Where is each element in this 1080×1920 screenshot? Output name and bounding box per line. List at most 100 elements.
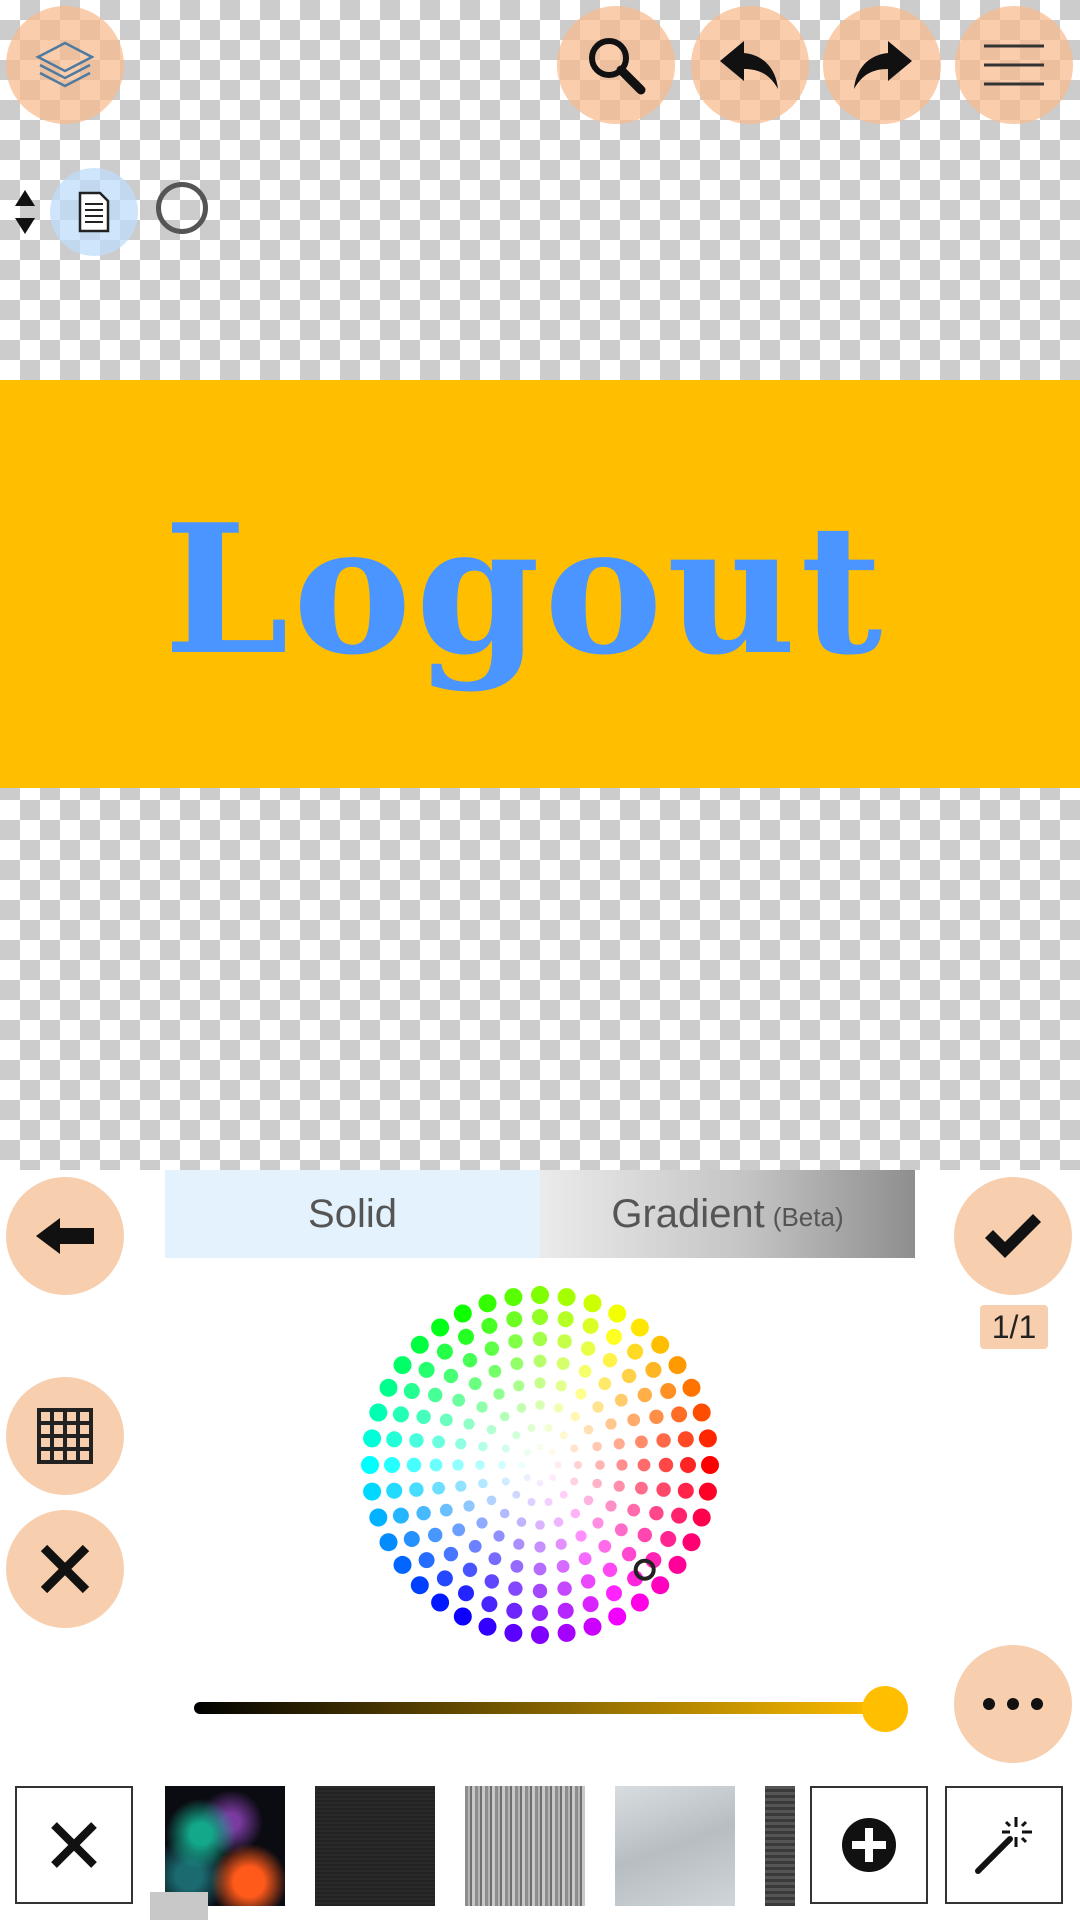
color-wheel-dot[interactable] bbox=[592, 1478, 602, 1489]
color-wheel-dot[interactable] bbox=[504, 1623, 523, 1642]
color-wheel-dot[interactable] bbox=[506, 1602, 523, 1619]
texture-wood[interactable] bbox=[465, 1786, 585, 1906]
color-wheel-dot[interactable] bbox=[416, 1506, 431, 1521]
color-wheel-dot[interactable] bbox=[478, 1617, 497, 1636]
color-wheel-dot[interactable] bbox=[432, 1481, 445, 1495]
color-wheel-dot[interactable] bbox=[627, 1343, 644, 1360]
color-wheel-dot[interactable] bbox=[637, 1387, 652, 1403]
color-wheel-dot[interactable] bbox=[516, 1517, 527, 1527]
color-wheel-dot[interactable] bbox=[534, 1377, 546, 1389]
color-wheel-dot[interactable] bbox=[692, 1403, 711, 1422]
color-wheel-dot[interactable] bbox=[428, 1527, 443, 1543]
color-wheel-dot[interactable] bbox=[531, 1626, 549, 1644]
color-wheel-dot[interactable] bbox=[570, 1477, 579, 1486]
color-wheel-dot[interactable] bbox=[532, 1331, 548, 1347]
texture-dark-fabric[interactable] bbox=[765, 1786, 795, 1906]
color-wheel-dot[interactable] bbox=[592, 1517, 604, 1529]
color-wheel-dot[interactable] bbox=[379, 1533, 398, 1552]
color-wheel-dot[interactable] bbox=[616, 1459, 628, 1471]
color-wheel-dot[interactable] bbox=[637, 1458, 651, 1472]
color-wheel-dot[interactable] bbox=[701, 1456, 719, 1474]
color-wheel-dot[interactable] bbox=[595, 1460, 605, 1470]
texture-nebula[interactable] bbox=[165, 1786, 285, 1906]
color-wheel-dot[interactable] bbox=[556, 1357, 570, 1370]
color-wheel-dot[interactable] bbox=[598, 1539, 612, 1553]
color-wheel-dot[interactable] bbox=[660, 1531, 677, 1547]
color-wheel-dot[interactable] bbox=[410, 1576, 429, 1595]
color-wheel-dot[interactable] bbox=[583, 1294, 602, 1313]
color-wheel-dot[interactable] bbox=[671, 1507, 688, 1524]
color-wheel-dot[interactable] bbox=[481, 1317, 498, 1334]
color-wheel-dot[interactable] bbox=[513, 1380, 525, 1392]
color-wheel-dot[interactable] bbox=[581, 1341, 596, 1356]
color-wheel-dot[interactable] bbox=[592, 1441, 602, 1452]
color-wheel-dot[interactable] bbox=[512, 1490, 521, 1499]
color-wheel-dot[interactable] bbox=[613, 1438, 625, 1450]
color-wheel-dot[interactable] bbox=[403, 1531, 420, 1547]
color-wheel-dot[interactable] bbox=[602, 1353, 618, 1368]
color-wheel-dot[interactable] bbox=[468, 1539, 482, 1553]
color-wheel-dot[interactable] bbox=[499, 1411, 510, 1422]
grid-button[interactable] bbox=[6, 1377, 124, 1495]
color-wheel-dot[interactable] bbox=[602, 1562, 618, 1577]
color-wheel-dot[interactable] bbox=[535, 1520, 545, 1530]
color-wheel-dot[interactable] bbox=[557, 1334, 572, 1349]
color-wheel-dot[interactable] bbox=[671, 1406, 688, 1423]
color-wheel-dot[interactable] bbox=[379, 1378, 398, 1397]
color-wheel-dot[interactable] bbox=[621, 1546, 637, 1562]
color-wheel-dot[interactable] bbox=[680, 1457, 696, 1473]
color-wheel-dot[interactable] bbox=[534, 1541, 546, 1553]
color-wheel-dot[interactable] bbox=[468, 1377, 482, 1391]
confirm-button[interactable] bbox=[954, 1177, 1072, 1295]
remove-color-button[interactable] bbox=[6, 1510, 124, 1628]
color-wheel-dot[interactable] bbox=[523, 1474, 531, 1482]
color-wheel-dot[interactable] bbox=[549, 1474, 557, 1482]
color-wheel-dot[interactable] bbox=[418, 1361, 435, 1378]
color-wheel-dot[interactable] bbox=[583, 1495, 594, 1506]
color-wheel-dot[interactable] bbox=[462, 1353, 478, 1368]
color-wheel-dot[interactable] bbox=[692, 1508, 711, 1527]
color-wheel-dot[interactable] bbox=[431, 1593, 450, 1612]
color-wheel-dot[interactable] bbox=[570, 1444, 579, 1453]
color-wheel-dot[interactable] bbox=[578, 1552, 592, 1566]
tab-gradient[interactable]: Gradient (Beta) bbox=[540, 1170, 915, 1258]
color-wheel-dot[interactable] bbox=[645, 1361, 662, 1378]
color-wheel-dot[interactable] bbox=[443, 1368, 459, 1384]
color-wheel-dot[interactable] bbox=[508, 1581, 523, 1596]
color-wheel-dot[interactable] bbox=[553, 1403, 564, 1413]
menu-button[interactable] bbox=[955, 6, 1073, 124]
color-wheel-dot[interactable] bbox=[533, 1354, 547, 1368]
color-wheel-dot[interactable] bbox=[493, 1530, 505, 1542]
texture-fabric[interactable] bbox=[315, 1786, 435, 1906]
color-wheel-dot[interactable] bbox=[555, 1538, 567, 1550]
color-wheel-dot[interactable] bbox=[557, 1288, 576, 1307]
color-wheel-dot[interactable] bbox=[598, 1377, 612, 1391]
color-wheel-dot[interactable] bbox=[583, 1617, 602, 1636]
color-wheel-dot[interactable] bbox=[531, 1286, 549, 1304]
color-wheel-dot[interactable] bbox=[605, 1500, 617, 1512]
color-wheel-dot[interactable] bbox=[606, 1585, 622, 1602]
color-wheel-dot[interactable] bbox=[363, 1482, 382, 1501]
color-wheel-dot[interactable] bbox=[463, 1500, 475, 1512]
clear-texture-button[interactable] bbox=[15, 1786, 133, 1904]
color-wheel-dot[interactable] bbox=[504, 1288, 523, 1307]
color-wheel-dot[interactable] bbox=[553, 1517, 564, 1527]
color-wheel-dot[interactable] bbox=[386, 1431, 403, 1448]
color-wheel-dot[interactable] bbox=[512, 1431, 521, 1440]
color-wheel-dot[interactable] bbox=[544, 1424, 553, 1432]
color-wheel-dot[interactable] bbox=[549, 1448, 557, 1456]
color-wheel-dot[interactable] bbox=[557, 1581, 572, 1596]
color-wheel-dot[interactable] bbox=[436, 1570, 453, 1587]
color-wheel-dot[interactable] bbox=[668, 1555, 687, 1574]
color-wheel-dot[interactable] bbox=[677, 1431, 694, 1448]
color-wheel-dot[interactable] bbox=[614, 1393, 628, 1407]
color-wheel-dot[interactable] bbox=[369, 1508, 388, 1527]
color-wheel-dot[interactable] bbox=[458, 1585, 474, 1602]
color-wheel-dot[interactable] bbox=[627, 1503, 641, 1517]
color-wheel-dot[interactable] bbox=[559, 1431, 568, 1440]
color-wheel-dot[interactable] bbox=[554, 1461, 562, 1469]
color-wheel-dot[interactable] bbox=[630, 1593, 649, 1612]
color-wheel-dot[interactable] bbox=[592, 1401, 604, 1413]
color-wheel-dot[interactable] bbox=[475, 1460, 485, 1470]
color-wheel-dot[interactable] bbox=[393, 1356, 412, 1375]
